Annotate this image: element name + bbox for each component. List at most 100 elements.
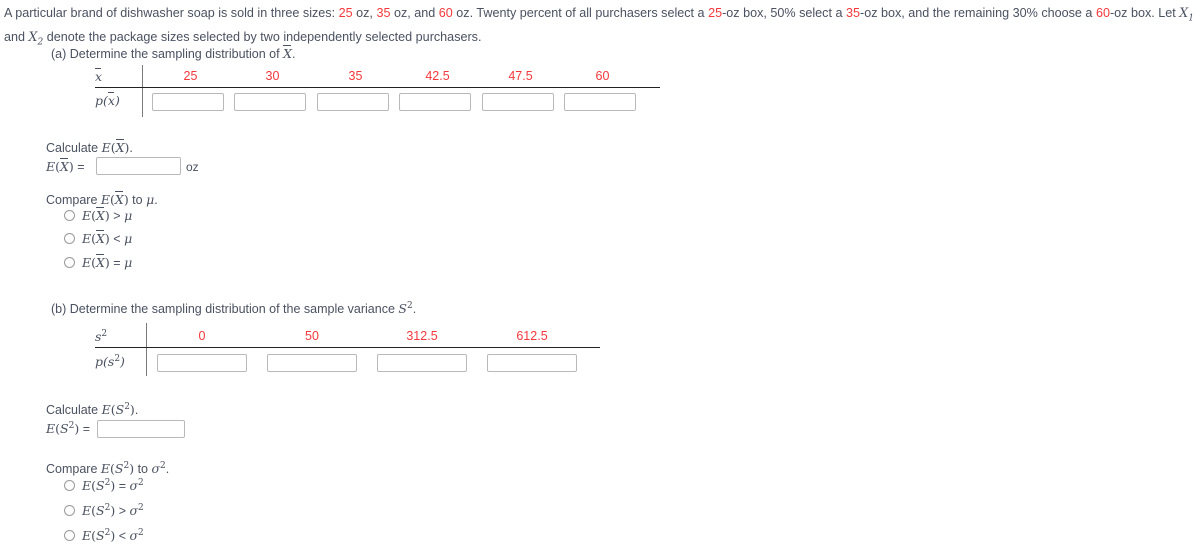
- table-a-probability-input-5[interactable]: [564, 93, 636, 111]
- expected-xbar-unit-label: oz: [186, 160, 199, 174]
- table-a-column-value-2: 35: [348, 69, 363, 83]
- table-a-probability-input-3[interactable]: [399, 93, 471, 111]
- table-b-horizontal-rule: [95, 347, 600, 348]
- option-a0-relation: >: [109, 209, 125, 223]
- calculate-b-period: .: [134, 403, 139, 418]
- option-a2-mu: μ: [124, 255, 133, 270]
- table-b-row-header-variance: s2: [95, 329, 107, 344]
- expected-variance-equation-label: E(S2) =: [46, 421, 90, 436]
- option-b0-s: S: [96, 478, 105, 494]
- calculate-expected-variance-label: Calculate E(S2).: [46, 402, 138, 417]
- option-a2-xbar: X: [96, 254, 105, 270]
- table-b-probability-input-2[interactable]: [377, 354, 467, 372]
- expected-xbar-equation-label: E(X) =: [46, 158, 85, 174]
- compare-b-e: E: [100, 461, 111, 477]
- percent-size-35: 35: [845, 6, 860, 20]
- radio-icon[interactable]: [64, 257, 75, 268]
- option-expected-xbar-less[interactable]: E(X) < μ: [64, 230, 132, 246]
- intro-text-9: denote the package sizes selected by two…: [43, 29, 482, 44]
- radio-icon[interactable]: [64, 210, 75, 221]
- table-b-probability-input-1[interactable]: [267, 354, 357, 372]
- table-a-prob-xbar: x: [107, 92, 115, 108]
- table-b-vertical-divider: [146, 323, 147, 376]
- option-a2-relation: =: [109, 256, 125, 270]
- variable-x1: X1: [1179, 5, 1194, 24]
- option-label-b-0: E(S2) = σ2: [82, 478, 144, 493]
- option-b0-sigma-exponent: 2: [138, 478, 144, 488]
- table-a-prob-suffix: ): [114, 93, 120, 108]
- table-a-probability-input-1[interactable]: [234, 93, 306, 111]
- compare-b-text: Compare: [46, 462, 101, 477]
- option-a0-e: E: [82, 208, 92, 223]
- calculate-b-text: Calculate: [46, 403, 102, 418]
- compare-a-text: Compare: [46, 193, 101, 207]
- expected-xbar-answer-input[interactable]: [96, 157, 181, 175]
- table-a-probability-input-2[interactable]: [317, 93, 389, 111]
- option-expected-xbar-greater[interactable]: E(X) > μ: [64, 207, 132, 223]
- intro-text-1: A particular brand of dishwasher soap is…: [4, 6, 339, 20]
- table-b-column-value-2: 312.5: [406, 329, 438, 343]
- answer-b-equals: =: [79, 422, 90, 437]
- option-expected-variance-equal[interactable]: E(S2) = σ2: [64, 478, 144, 493]
- compare-a-period: .: [154, 193, 158, 207]
- variable-x1-subscript: 1: [1188, 13, 1194, 24]
- option-a2-e: E: [82, 255, 92, 270]
- size-value-60: 60: [438, 6, 453, 20]
- table-a-row-header-probability: p(x): [95, 92, 120, 108]
- compare-expected-xbar-label: Compare E(X) to μ.: [46, 191, 158, 207]
- table-b-probability-input-0[interactable]: [157, 354, 247, 372]
- size-value-35: 35: [376, 6, 391, 20]
- answer-b-e: E: [46, 421, 56, 437]
- option-a1-relation: <: [109, 232, 125, 246]
- option-label-a-1: E(X) < μ: [82, 230, 132, 246]
- option-expected-xbar-equal[interactable]: E(X) = μ: [64, 254, 133, 270]
- percent-size-25: 25: [708, 6, 723, 20]
- option-b2-relation: <: [115, 529, 130, 544]
- problem-statement: A particular brand of dishwasher soap is…: [4, 4, 1196, 51]
- table-a-probability-input-0[interactable]: [152, 93, 224, 111]
- problem-page: A particular brand of dishwasher soap is…: [0, 0, 1200, 554]
- answer-a-equals: =: [73, 160, 85, 174]
- table-a-probability-input-4[interactable]: [482, 93, 554, 111]
- part-a-prompt-period: .: [291, 47, 296, 61]
- intro-text-3: oz, and: [390, 6, 439, 20]
- radio-icon[interactable]: [64, 233, 75, 244]
- table-b-probability-input-3[interactable]: [487, 354, 577, 372]
- part-b-prompt-text: (b) Determine the sampling distribution …: [51, 302, 399, 317]
- option-a1-e: E: [82, 231, 92, 246]
- option-expected-variance-greater[interactable]: E(S2) > σ2: [64, 503, 144, 518]
- table-a-column-value-3: 42.5: [425, 69, 450, 83]
- part-a-prompt: (a) Determine the sampling distribution …: [51, 45, 296, 61]
- radio-icon[interactable]: [64, 480, 75, 492]
- calculate-a-text: Calculate: [46, 141, 102, 155]
- option-label-a-0: E(X) > μ: [82, 207, 132, 223]
- option-b1-sigma: σ: [129, 503, 139, 519]
- option-label-b-1: E(S2) > σ2: [82, 503, 144, 518]
- compare-b-period: .: [165, 462, 170, 477]
- option-a0-xbar: X: [96, 207, 105, 223]
- intro-text-6: -oz box, and the remaining 30% choose a: [860, 6, 1096, 20]
- percent-size-60: 60: [1095, 6, 1110, 20]
- table-b-column-value-0: 0: [198, 329, 206, 343]
- compare-a-xbar: X: [114, 191, 124, 207]
- radio-icon[interactable]: [64, 505, 75, 517]
- variable-x1-letter: X: [1179, 5, 1189, 20]
- option-b2-s: S: [96, 528, 105, 544]
- answer-b-s: S: [60, 421, 69, 437]
- expected-variance-answer-input[interactable]: [97, 420, 185, 438]
- sampling-distribution-variance-table: s2 p(s2) 0 50 312.5 612.5: [95, 323, 600, 376]
- option-b1-s: S: [96, 503, 105, 519]
- option-expected-variance-less[interactable]: E(S2) < σ2: [64, 528, 144, 543]
- intro-text-7: -oz box. Let: [1109, 6, 1180, 20]
- table-a-xbar-symbol: x: [95, 68, 103, 84]
- option-b0-sigma: σ: [129, 478, 139, 494]
- radio-icon[interactable]: [64, 530, 75, 542]
- size-value-25: 25: [338, 6, 353, 20]
- option-label-b-2: E(S2) < σ2: [82, 528, 144, 543]
- table-a-horizontal-rule: [95, 87, 660, 88]
- table-a-column-value-5: 60: [595, 69, 610, 83]
- table-b-row-header-probability: p(s2): [95, 354, 125, 369]
- option-b2-e: E: [82, 528, 92, 544]
- option-b1-sigma-exponent: 2: [138, 503, 144, 513]
- table-a-prob-prefix: p(: [95, 93, 108, 108]
